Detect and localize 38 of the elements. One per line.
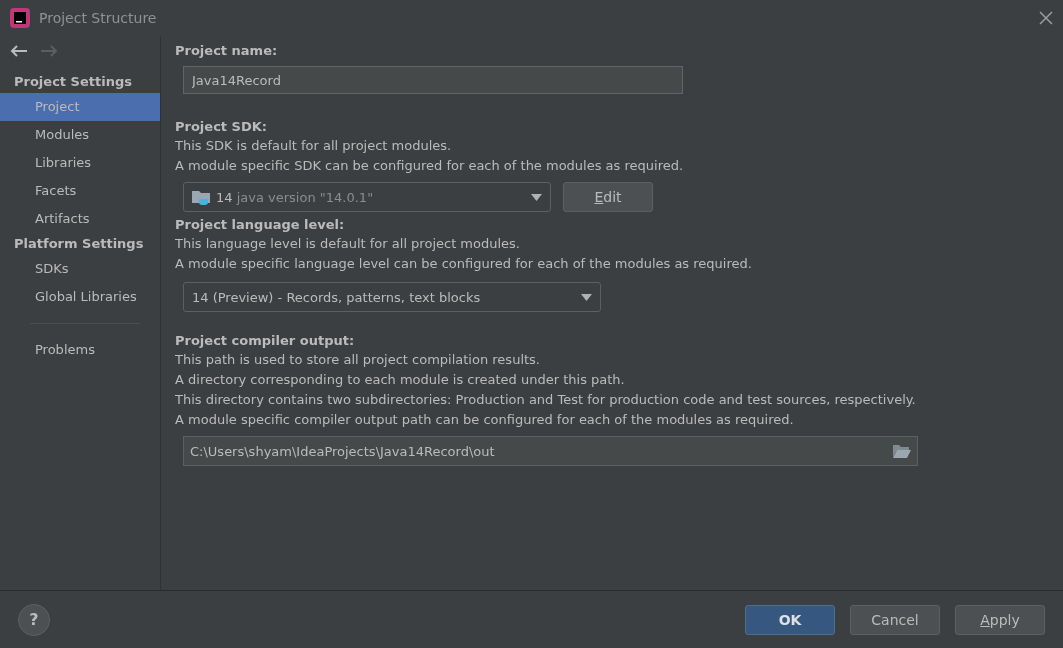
description-text: This directory contains two subdirectories: Production and Test for production code and test sources, respectively. (175, 391, 917, 409)
field-label: Project name: (175, 42, 279, 60)
folder-icon (192, 189, 212, 205)
app-logo-icon (10, 8, 30, 28)
sidebar-item[interactable]: Problems (0, 336, 160, 364)
field-label: Project language level: (175, 216, 346, 234)
description-text: A module specific compiler output path can be configured for each of the modules as required. (175, 411, 795, 429)
description-text: A module specific SDK can be configured for each of the modules as required. (175, 157, 685, 175)
dialog-button[interactable]: Apply (955, 604, 1045, 635)
sidebar-item[interactable]: SDKs (0, 255, 160, 283)
folder-icon[interactable] (893, 444, 911, 458)
dialog-button[interactable]: Cancel (850, 604, 940, 635)
help-button[interactable]: ? (18, 603, 50, 636)
field-label: Project SDK: (175, 118, 268, 136)
dialog-button[interactable]: OK (745, 604, 835, 635)
field-label: Project compiler output: (175, 332, 356, 350)
window-title: Project Structure (39, 10, 158, 26)
sidebar-item[interactable]: Libraries (0, 149, 160, 177)
caret-icon (531, 193, 542, 201)
sidebar-group-title: Platform Settings (13, 235, 145, 253)
sidebar-item[interactable]: Facets (0, 177, 160, 205)
sidebar-item[interactable]: Global Libraries (0, 283, 160, 311)
caret-icon (581, 293, 592, 301)
sdk-dropdown[interactable]: 14 java version "14.0.1" (183, 182, 551, 212)
sidebar-item[interactable]: Modules (0, 121, 160, 149)
close-icon[interactable] (1039, 11, 1053, 25)
project-name-field[interactable]: Java14Record (183, 66, 683, 94)
description-text: A module specific language level can be configured for each of the modules as required. (175, 255, 753, 273)
description-text: This path is used to store all project compilation results. (175, 351, 541, 369)
sidebar-item[interactable]: Artifacts (0, 205, 160, 233)
output-path-field[interactable]: C:\Users\shyam\IdeaProjects\Java14Record\out (183, 436, 918, 466)
description-text: A directory corresponding to each module is created under this path. (175, 371, 626, 389)
edit-button[interactable]: Edit (563, 182, 653, 212)
back-arrow-icon[interactable] (10, 44, 28, 58)
language-level-dropdown[interactable]: 14 (Preview) - Records, patterns, text blocks (183, 282, 601, 312)
sidebar-group-title: Project Settings (13, 73, 133, 91)
description-text: This language level is default for all project modules. (175, 235, 521, 253)
description-text: This SDK is default for all project modules. (175, 137, 453, 155)
